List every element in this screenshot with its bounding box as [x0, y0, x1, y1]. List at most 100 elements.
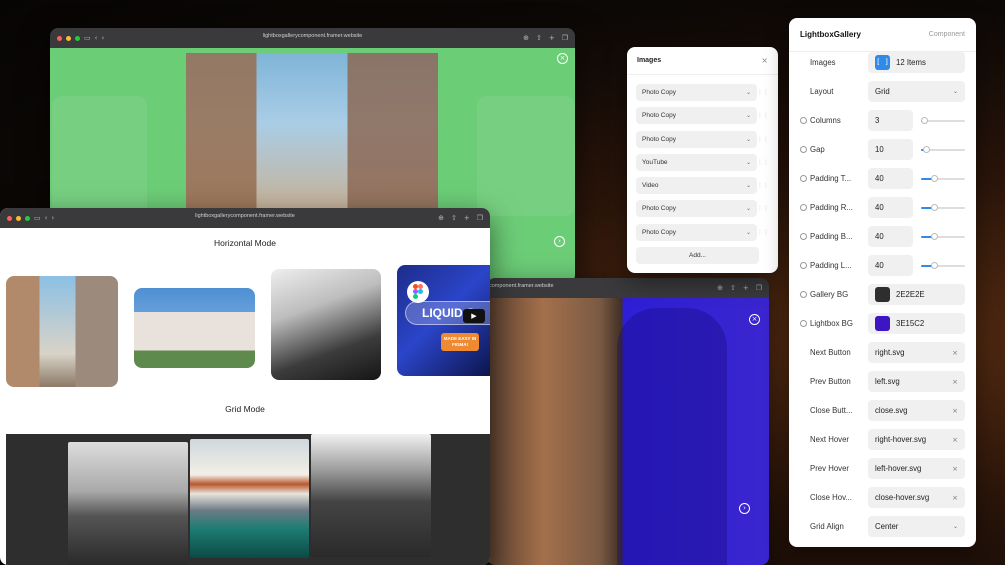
- gallery-thumbnail[interactable]: [271, 269, 381, 380]
- gallery-item-ghost: [477, 96, 575, 216]
- forward-icon[interactable]: ›: [101, 34, 104, 42]
- drag-handle-icon[interactable]: ⋮⋮: [757, 159, 769, 166]
- images-field[interactable]: [ ] 12 Items: [868, 52, 965, 73]
- next-button-file-field[interactable]: right.svg ×: [868, 342, 965, 363]
- image-type-select[interactable]: Photo Copy ⌄: [636, 84, 757, 101]
- drag-handle-icon[interactable]: ⋮⋮: [757, 89, 769, 96]
- drag-handle-icon[interactable]: ⋮⋮: [757, 136, 769, 143]
- close-window-button[interactable]: [7, 215, 12, 221]
- padding-top-input[interactable]: 40: [868, 168, 913, 189]
- padding-left-input[interactable]: 40: [868, 255, 913, 276]
- close-hover-file-field[interactable]: close-hover.svg ×: [868, 487, 965, 508]
- padding-bottom-slider[interactable]: [921, 233, 965, 240]
- gallery-thumbnail[interactable]: [134, 288, 255, 368]
- chevron-down-icon: ⌄: [745, 89, 751, 96]
- tabs-icon[interactable]: ❐: [756, 284, 762, 292]
- color-swatch[interactable]: [875, 287, 890, 302]
- variable-bullet-icon[interactable]: [800, 175, 807, 182]
- padding-right-input[interactable]: 40: [868, 197, 913, 218]
- gap-input[interactable]: 10: [868, 139, 913, 160]
- next-arrow-icon[interactable]: ›: [739, 503, 750, 514]
- variable-bullet-icon[interactable]: [800, 233, 807, 240]
- share-icon[interactable]: ⇧: [730, 284, 736, 292]
- prop-close-hover: Close Hov... close-hover.svg ×: [789, 487, 976, 508]
- padding-bottom-input[interactable]: 40: [868, 226, 913, 247]
- color-swatch[interactable]: [875, 316, 890, 331]
- grid-item[interactable]: [68, 442, 188, 565]
- download-icon[interactable]: ⊕: [717, 284, 723, 292]
- address-bar[interactable]: lightboxgallerycomponent.framer.website: [195, 213, 295, 219]
- variable-bullet-icon[interactable]: [800, 320, 807, 327]
- address-bar[interactable]: lightboxgallerycomponent.framer.website: [263, 33, 363, 39]
- new-tab-icon[interactable]: +: [464, 214, 470, 222]
- forward-icon[interactable]: ›: [51, 214, 54, 222]
- variable-bullet-icon[interactable]: [800, 291, 807, 298]
- drag-handle-icon[interactable]: ⋮⋮: [757, 182, 769, 189]
- layout-select[interactable]: Grid ⌄: [868, 81, 965, 102]
- variable-bullet-icon[interactable]: [800, 262, 807, 269]
- gap-slider[interactable]: [921, 146, 965, 153]
- clear-icon[interactable]: ×: [952, 407, 958, 415]
- back-icon[interactable]: ‹: [45, 214, 48, 222]
- variable-bullet-icon[interactable]: [800, 204, 807, 211]
- columns-input[interactable]: 3: [868, 110, 913, 131]
- minimize-window-button[interactable]: [16, 215, 21, 221]
- lightbox-bg-color-field[interactable]: 3E15C2: [868, 313, 965, 334]
- new-tab-icon[interactable]: +: [549, 34, 555, 42]
- grid-align-select[interactable]: Center ⌄: [868, 516, 965, 537]
- close-window-button[interactable]: [57, 35, 62, 41]
- close-button-file-field[interactable]: close.svg ×: [868, 400, 965, 421]
- grid-item[interactable]: [190, 439, 309, 558]
- share-icon[interactable]: ⇧: [536, 34, 542, 42]
- clear-icon[interactable]: ×: [952, 378, 958, 386]
- new-tab-icon[interactable]: +: [743, 284, 749, 292]
- next-arrow-icon[interactable]: ›: [554, 236, 565, 247]
- clear-icon[interactable]: ×: [952, 465, 958, 473]
- download-icon[interactable]: ⊕: [438, 214, 444, 222]
- share-icon[interactable]: ⇧: [451, 214, 457, 222]
- drag-handle-icon[interactable]: ⋮⋮: [757, 229, 769, 236]
- close-icon[interactable]: ×: [557, 53, 568, 64]
- chevron-down-icon: ⌄: [745, 112, 751, 120]
- gallery-thumbnail-video[interactable]: LIQUID G ▶ MADE EASY IN FIGMA!: [397, 265, 490, 376]
- clear-icon[interactable]: ×: [952, 349, 958, 357]
- component-properties-panel: LightboxGallery Component Images [ ] 12 I…: [789, 18, 976, 547]
- close-icon[interactable]: ×: [749, 314, 760, 325]
- image-type-select[interactable]: Photo Copy ⌄: [636, 130, 757, 148]
- image-type-select[interactable]: Video ⌄: [636, 177, 757, 195]
- grid-item[interactable]: [311, 434, 431, 557]
- image-type-select[interactable]: Photo Copy ⌄: [636, 223, 757, 241]
- drag-handle-icon[interactable]: ⋮⋮: [757, 112, 769, 119]
- tabs-icon[interactable]: ❐: [477, 214, 483, 222]
- play-icon[interactable]: ▶: [463, 309, 485, 323]
- drag-handle-icon[interactable]: ⋮⋮: [757, 205, 769, 212]
- lightbox-image: [186, 53, 438, 208]
- sidebar-icon[interactable]: ▭: [34, 214, 41, 222]
- next-hover-file-field[interactable]: right-hover.svg ×: [868, 429, 965, 450]
- sidebar-icon[interactable]: ▭: [84, 34, 91, 42]
- clear-icon[interactable]: ×: [952, 494, 958, 502]
- gallery-bg-color-field[interactable]: 2E2E2E: [868, 284, 965, 305]
- padding-left-slider[interactable]: [921, 262, 965, 269]
- maximize-window-button[interactable]: [75, 35, 80, 41]
- padding-right-slider[interactable]: [921, 204, 965, 211]
- prev-button-file-field[interactable]: left.svg ×: [868, 371, 965, 392]
- minimize-window-button[interactable]: [66, 35, 71, 41]
- prev-hover-file-field[interactable]: left-hover.svg ×: [868, 458, 965, 479]
- close-icon[interactable]: ×: [761, 56, 768, 65]
- address-bar[interactable]: component.framer.website: [489, 283, 554, 289]
- maximize-window-button[interactable]: [25, 215, 30, 221]
- variable-bullet-icon[interactable]: [800, 146, 807, 153]
- download-icon[interactable]: ⊕: [523, 34, 529, 42]
- padding-top-slider[interactable]: [921, 175, 965, 182]
- image-type-select[interactable]: Photo Copy ⌄: [636, 200, 757, 218]
- columns-slider[interactable]: [921, 117, 965, 124]
- gallery-thumbnail[interactable]: [6, 276, 118, 387]
- clear-icon[interactable]: ×: [952, 436, 958, 444]
- variable-bullet-icon[interactable]: [800, 117, 807, 124]
- image-type-select[interactable]: YouTube ⌄: [636, 153, 757, 171]
- image-type-select[interactable]: Photo Copy ⌄: [636, 107, 757, 125]
- add-image-button[interactable]: Add...: [636, 247, 759, 265]
- tabs-icon[interactable]: ❐: [562, 34, 568, 42]
- back-icon[interactable]: ‹: [95, 34, 98, 42]
